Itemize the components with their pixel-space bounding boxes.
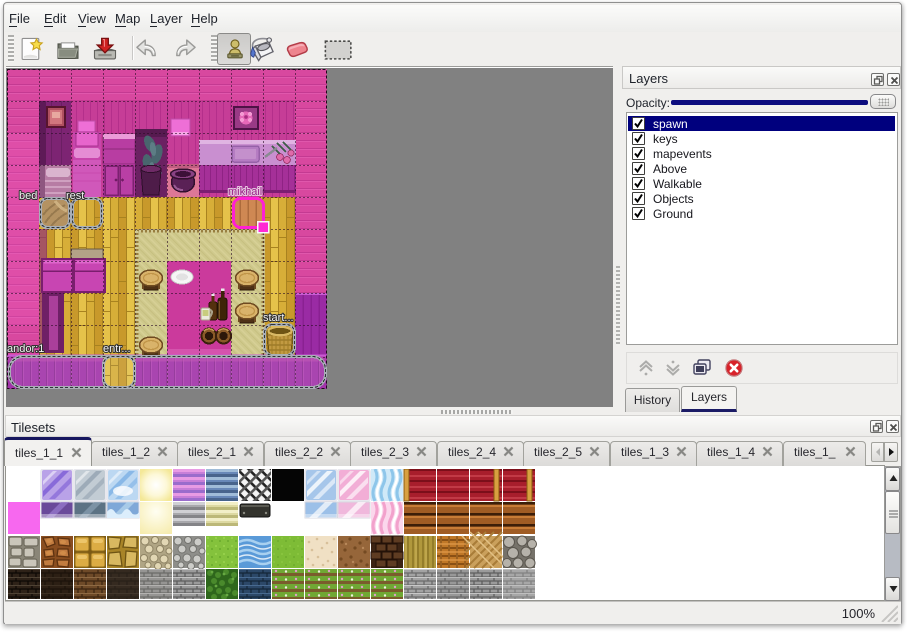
svg-text:andor:1: andor:1 xyxy=(7,343,44,355)
svg-text:bed: bed xyxy=(19,190,37,202)
svg-text:entr...: entr... xyxy=(103,343,131,355)
svg-text:rest: rest xyxy=(66,190,84,202)
svg-text:start...: start... xyxy=(263,312,294,324)
svg-text:mikhail: mikhail xyxy=(228,186,262,198)
